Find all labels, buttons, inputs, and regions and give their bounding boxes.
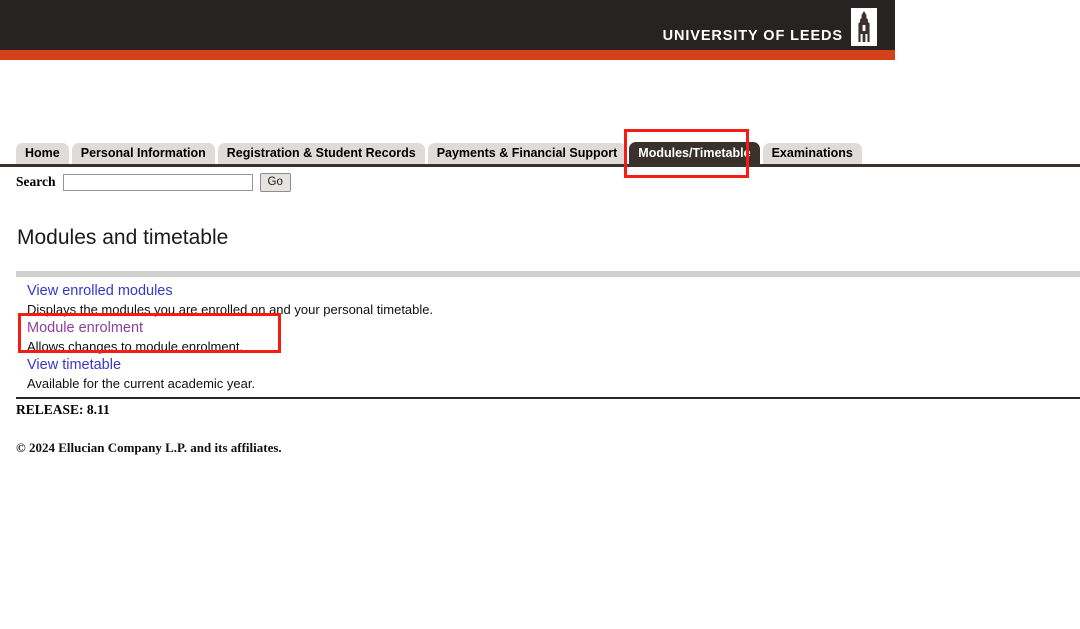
section-divider-bar bbox=[16, 271, 1080, 278]
leeds-tower-icon bbox=[851, 8, 877, 46]
site-header-banner: UNIVERSITY OF LEEDS bbox=[0, 0, 895, 60]
list-item: View enrolled modules Displays the modul… bbox=[16, 282, 1080, 318]
page-title: Modules and timetable bbox=[17, 226, 229, 249]
link-view-timetable[interactable]: View timetable bbox=[27, 356, 121, 375]
link-description-view-timetable: Available for the current academic year. bbox=[27, 376, 256, 392]
main-content: Modules and timetable View enrolled modu… bbox=[0, 226, 1080, 456]
copyright-text: © 2024 Ellucian Company L.P. and its aff… bbox=[16, 440, 282, 456]
list-item: Module enrolment Allows changes to modul… bbox=[16, 319, 1080, 355]
link-description-module-enrolment: Allows changes to module enrolment. bbox=[27, 339, 244, 355]
header-spacer bbox=[0, 60, 1080, 142]
link-description-view-enrolled-modules: Displays the modules you are enrolled on… bbox=[27, 302, 434, 318]
link-module-enrolment[interactable]: Module enrolment bbox=[27, 319, 143, 338]
release-version-text: RELEASE: 8.11 bbox=[16, 402, 110, 418]
module-links-list: View enrolled modules Displays the modul… bbox=[16, 282, 1080, 392]
tab-examinations[interactable]: Examinations bbox=[762, 142, 862, 164]
list-item: View timetable Available for the current… bbox=[16, 356, 1080, 392]
tab-home[interactable]: Home bbox=[16, 142, 69, 164]
link-view-enrolled-modules[interactable]: View enrolled modules bbox=[27, 282, 173, 301]
tab-payments-financial-support[interactable]: Payments & Financial Support bbox=[427, 142, 627, 164]
banner-accent-stripe bbox=[0, 50, 895, 60]
tab-registration-student-records[interactable]: Registration & Student Records bbox=[217, 142, 425, 164]
primary-navigation-tabs: Home Personal Information Registration & S… bbox=[0, 142, 1080, 164]
tab-personal-information[interactable]: Personal Information bbox=[71, 142, 215, 164]
university-brand: UNIVERSITY OF LEEDS bbox=[663, 4, 877, 46]
search-row: Search Go bbox=[0, 167, 1080, 197]
search-go-button[interactable]: Go bbox=[259, 172, 291, 192]
footer-divider-rule bbox=[16, 397, 1080, 400]
search-input[interactable] bbox=[62, 173, 253, 191]
brand-wordmark: UNIVERSITY OF LEEDS bbox=[662, 27, 843, 44]
tab-modules-timetable[interactable]: Modules/Timetable bbox=[629, 142, 760, 164]
search-label: Search bbox=[16, 174, 56, 189]
